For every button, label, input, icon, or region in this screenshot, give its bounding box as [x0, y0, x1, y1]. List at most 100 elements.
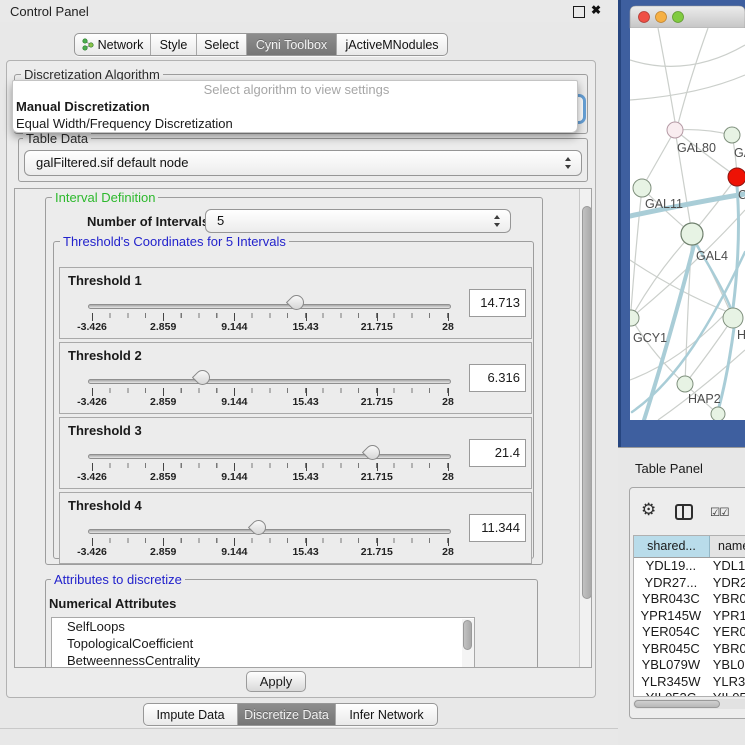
combo-stepper-icon [494, 215, 501, 227]
threshold-2-label: Threshold 2 [68, 348, 142, 363]
tab-discretize-data-label: Discretize Data [244, 708, 329, 722]
network-window-frame-edge [618, 0, 621, 447]
node-right-top[interactable] [724, 127, 740, 143]
node-gal11[interactable] [633, 179, 651, 197]
numerical-attributes-list: SelfLoops TopologicalCoefficient Between… [51, 617, 475, 668]
threshold-4-value-field[interactable]: 11.344 [469, 514, 526, 542]
slider-ticks [92, 313, 448, 321]
column-header-name[interactable]: name [710, 536, 745, 557]
columns-icon[interactable] [675, 504, 693, 520]
threshold-3-value-field[interactable]: 21.4 [469, 439, 526, 467]
slider-ticks [92, 538, 448, 546]
node-label-right-mid: H [737, 328, 745, 342]
table-panel-title: Table Panel [635, 461, 703, 476]
dropdown-option-manual-discretization[interactable]: Manual Discretization [13, 98, 577, 115]
node-right-mid[interactable] [723, 308, 743, 328]
gear-icon[interactable]: ⚙ [641, 500, 656, 520]
table-row[interactable]: YIL052CYIL052C [634, 690, 745, 697]
list-scrollbar[interactable] [462, 619, 474, 668]
settings-scroll-area: Interval Definition Number of Intervals … [14, 188, 592, 668]
table-data-legend: Table Data [23, 131, 91, 146]
network-icon [82, 38, 94, 51]
tab-select[interactable]: Select [197, 34, 247, 55]
tab-cyni-toolbox[interactable]: Cyni Toolbox [247, 34, 337, 55]
list-item-betweennesscentrality[interactable]: BetweennessCentrality [52, 652, 474, 668]
table-row[interactable]: YER054CYER054C [634, 624, 745, 641]
node-label-gal80: GAL80 [677, 141, 716, 155]
minimize-traffic-light-icon[interactable] [656, 12, 667, 23]
table-data-combobox[interactable]: galFiltered.sif default node [24, 150, 582, 176]
table-row[interactable]: YBR043CYBR043C [634, 591, 745, 608]
table-row[interactable]: YDR27...YDR27... [634, 575, 745, 592]
float-window-icon[interactable] [573, 6, 585, 18]
interval-definition-legend: Interval Definition [52, 190, 158, 205]
tab-style[interactable]: Style [151, 34, 197, 55]
table-horizontal-scrollbar[interactable] [633, 699, 745, 709]
slider-tick-labels: -3.426 2.859 9.144 15.43 21.715 28 [92, 546, 448, 558]
slider-ticks [92, 388, 448, 396]
tab-impute-data-label: Impute Data [156, 708, 224, 722]
node-label-hap2: HAP2 [688, 392, 721, 406]
node-table: shared... name YDL19...YDL19... YDR27...… [633, 535, 745, 697]
list-item-topologicalcoefficient[interactable]: TopologicalCoefficient [52, 635, 474, 652]
node-hap2[interactable] [677, 376, 693, 392]
number-of-intervals-combobox[interactable]: 5 [205, 209, 511, 233]
table-header-row: shared... name [634, 536, 745, 558]
thresholds-legend: Threshold's Coordinates for 5 Intervals [60, 234, 289, 249]
slider-ticks [92, 463, 448, 471]
column-header-shared-name[interactable]: shared... [634, 536, 710, 557]
number-of-intervals-value: 5 [217, 213, 224, 228]
tab-network[interactable]: Network [75, 34, 151, 55]
slider-tick-labels: -3.426 2.859 9.144 15.43 21.715 28 [92, 321, 448, 333]
right-panels: GAL80 GA C GAL11 GAL4 GCY1 H HAP2 Table … [618, 0, 745, 745]
threshold-1-value-field[interactable]: 14.713 [469, 289, 526, 317]
tab-jactivemnodules[interactable]: jActiveMNodules [337, 34, 447, 55]
tab-discretize-data[interactable]: Discretize Data [238, 704, 336, 725]
node-gal4[interactable] [681, 223, 703, 245]
attributes-legend: Attributes to discretize [51, 572, 185, 587]
zoom-traffic-light-icon[interactable] [673, 12, 684, 23]
table-data-selected: galFiltered.sif default node [36, 155, 188, 170]
threshold-1-panel: Threshold 1 -3.426 2.859 9.144 15.43 21.… [59, 267, 532, 339]
threshold-1-label: Threshold 1 [68, 273, 142, 288]
table-row[interactable]: YDL19...YDL19... [634, 558, 745, 575]
table-row[interactable]: YBR045CYBR045C [634, 641, 745, 658]
screen: Control Panel ✖ Network Style Select [0, 0, 745, 745]
table-row[interactable]: YBL079WYBL079W [634, 657, 745, 674]
bottom-tab-bar: Impute Data Discretize Data Infer Networ… [143, 703, 438, 726]
dropdown-option-equal-width-frequency[interactable]: Equal Width/Frequency Discretization [13, 115, 577, 132]
node-label-gal11: GAL11 [645, 197, 683, 211]
threshold-2-value-field[interactable]: 6.316 [469, 364, 526, 392]
table-row[interactable]: YLR345WYLR345W [634, 674, 745, 691]
algorithm-dropdown-popup: Select algorithm to view settings Manual… [12, 80, 578, 133]
combo-stepper-icon [565, 157, 572, 169]
node-bottom-partial[interactable] [711, 407, 725, 421]
settings-vertical-scrollbar[interactable] [579, 189, 592, 667]
apply-button[interactable]: Apply [246, 671, 306, 692]
slider-tick-labels: -3.426 2.859 9.144 15.43 21.715 28 [92, 396, 448, 408]
node-label-red: C [738, 188, 745, 202]
number-of-intervals-label: Number of Intervals [87, 214, 209, 229]
node-gal80[interactable] [667, 122, 683, 138]
node-label-gcy1: GCY1 [633, 331, 667, 345]
select-columns-checkboxes-icon[interactable]: ☑☑ [710, 505, 729, 519]
window-bottom-edge [0, 728, 618, 729]
close-traffic-light-icon[interactable] [639, 12, 650, 23]
table-row[interactable]: YPR145WYPR145W [634, 608, 745, 625]
control-panel-titlebar: Control Panel ✖ [0, 0, 618, 22]
tab-infer-network[interactable]: Infer Network [336, 704, 437, 725]
tab-select-label: Select [204, 38, 239, 52]
threshold-4-label: Threshold 4 [68, 498, 142, 513]
window-title: Control Panel [10, 4, 89, 19]
close-icon[interactable]: ✖ [591, 3, 601, 17]
tab-cyni-toolbox-label: Cyni Toolbox [256, 38, 327, 52]
list-item-selfloops[interactable]: SelfLoops [52, 618, 474, 635]
table-panel-region: Table Panel ⚙ ☑☑ shared... name YDL19...… [618, 447, 745, 745]
node-red-highlighted[interactable] [728, 168, 745, 186]
tab-jactivemnodules-label: jActiveMNodules [345, 38, 438, 52]
threshold-2-panel: Threshold 2 -3.426 2.859 9.144 15.43 21.… [59, 342, 532, 414]
tab-style-label: Style [160, 38, 188, 52]
network-window: GAL80 GA C GAL11 GAL4 GCY1 H HAP2 [618, 0, 745, 447]
tab-impute-data[interactable]: Impute Data [144, 704, 238, 725]
tab-infer-network-label: Infer Network [349, 708, 423, 722]
